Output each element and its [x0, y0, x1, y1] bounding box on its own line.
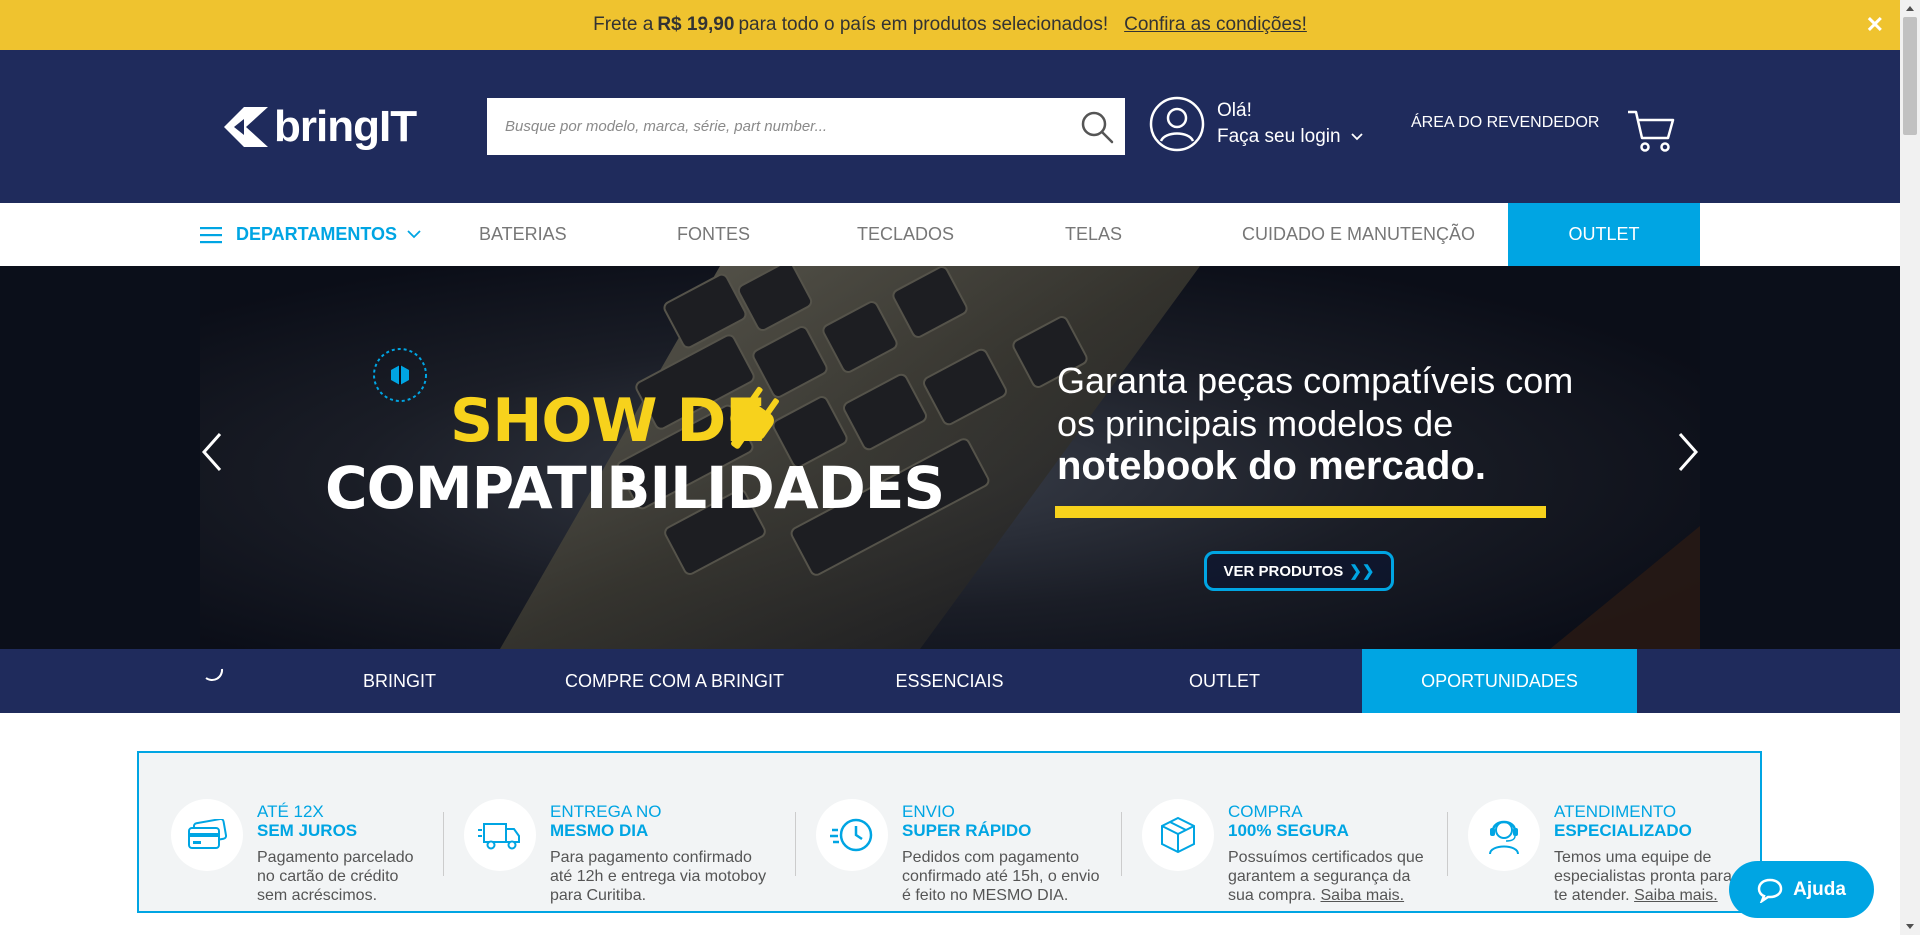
carousel-next-arrow-icon[interactable]	[1676, 431, 1700, 478]
plug-icon	[713, 386, 795, 463]
scrollbar-thumb[interactable]	[1903, 17, 1917, 135]
subnav-item-outlet[interactable]: OUTLET	[1087, 649, 1362, 713]
user-icon	[1149, 96, 1205, 152]
credit-card-icon	[171, 799, 243, 871]
feature-title-5: ATENDIMENTO	[1554, 802, 1677, 821]
learn-more-link-support[interactable]: Saiba mais.	[1634, 887, 1718, 904]
banner-title-line2: COMPATIBILIDADES	[325, 454, 945, 522]
promo-bar: Frete a R$ 19,90 para todo o país em pro…	[0, 0, 1900, 50]
logo[interactable]: bringIT	[222, 102, 417, 152]
feature-fast-shipping: ENVIO SUPER RÁPIDO Pedidos com pagamento…	[796, 772, 1122, 904]
page-scrollbar[interactable]	[1900, 0, 1920, 935]
nav-item-teclados[interactable]: TECLADOS	[857, 203, 954, 266]
feature-subtitle-4: 100% SEGURA	[1228, 821, 1349, 840]
headline-underline	[1055, 506, 1546, 518]
headline-line3: notebook do mercado.	[1057, 444, 1486, 488]
feature-same-day: ENTREGA NO MESMO DIA Para pagamento conf…	[444, 772, 796, 904]
truck-icon	[464, 799, 536, 871]
search-icon[interactable]	[1069, 98, 1125, 155]
headset-icon	[1468, 799, 1540, 871]
logo-arrow-icon	[224, 107, 268, 147]
clock-icon	[816, 799, 888, 871]
feature-secure-purchase: COMPRA 100% SEGURA Possuímos certificado…	[1122, 772, 1448, 904]
feature-title-3: ENVIO	[902, 802, 955, 821]
feature-title-1: ATÉ 12X	[257, 802, 324, 821]
feature-installments: ATÉ 12X SEM JUROS Pagamento parcelado no…	[139, 772, 444, 904]
subnav-item-compre-com-a-bringit[interactable]: COMPRE COM A BRINGIT	[537, 649, 812, 713]
feature-subtitle-2: MESMO DIA	[550, 821, 649, 840]
search-bar	[487, 98, 1125, 155]
loading-spinner-icon	[200, 657, 226, 688]
headline-line1: Garanta peças compatíveis com	[1057, 360, 1574, 401]
page: Frete a R$ 19,90 para todo o país em pro…	[0, 0, 1900, 935]
subnav-item-oportunidades[interactable]: OPORTUNIDADES	[1362, 649, 1637, 713]
view-products-label: VER PRODUTOS	[1223, 562, 1344, 580]
account-menu[interactable]: Olá! Faça seu login	[1149, 96, 1363, 152]
headline-line2: os principais modelos de	[1057, 403, 1454, 444]
chevron-down-icon	[407, 230, 421, 239]
cart-icon[interactable]	[1626, 108, 1676, 159]
feature-specialized-support: ATENDIMENTO ESPECIALIZADO Temos uma equi…	[1448, 772, 1748, 904]
promo-prefix: Frete a	[593, 14, 654, 35]
features-strip: ATÉ 12X SEM JUROS Pagamento parcelado no…	[137, 751, 1762, 913]
scroll-down-arrow-icon[interactable]	[1900, 918, 1920, 935]
login-label: Faça seu login	[1217, 126, 1341, 147]
chat-bubble-icon	[1757, 878, 1783, 903]
view-products-button[interactable]: VER PRODUTOS ❯❯	[1204, 551, 1394, 591]
departments-menu[interactable]: DEPARTAMENTOS	[200, 203, 421, 266]
search-input[interactable]	[487, 98, 1069, 155]
promo-price: R$ 19,90	[657, 14, 735, 35]
nav-item-telas[interactable]: TELAS	[1065, 203, 1122, 266]
help-label: Ajuda	[1793, 878, 1846, 900]
learn-more-link-security[interactable]: Saiba mais.	[1321, 887, 1405, 904]
feature-desc-1: Pagamento parcelado no cartão de crédito…	[257, 849, 414, 904]
reseller-area-link[interactable]: ÁREA DO REVENDEDOR	[1411, 114, 1599, 132]
promo-suffix: para todo o país em produtos selecionado…	[738, 14, 1109, 35]
feature-desc-5: Temos uma equipe de especialistas pronta…	[1554, 848, 1744, 905]
subnav-item-bringit[interactable]: BRINGIT	[262, 649, 537, 713]
feature-desc-2: Para pagamento confirmado até 12h e entr…	[550, 849, 767, 904]
banner-headline: Garanta peças compatíveis com os princip…	[1057, 359, 1573, 488]
header: bringIT Olá! Faça seu login	[0, 50, 1900, 203]
nav-item-cuidado-manutencao[interactable]: CUIDADO E MANUTENÇÃO	[1242, 203, 1475, 266]
carousel-prev-arrow-icon[interactable]	[200, 431, 224, 478]
feature-title-4: COMPRA	[1228, 802, 1303, 821]
feature-subtitle-3: SUPER RÁPIDO	[902, 821, 1032, 840]
quality-seal-icon	[371, 346, 429, 409]
double-chevron-right-icon: ❯❯	[1349, 563, 1375, 580]
feature-subtitle-1: SEM JUROS	[257, 821, 358, 840]
greeting: Olá!	[1217, 100, 1252, 121]
nav-item-baterias[interactable]: BATERIAS	[479, 203, 567, 266]
departments-label: DEPARTAMENTOS	[236, 224, 398, 244]
feature-subtitle-5: ESPECIALIZADO	[1554, 821, 1692, 840]
nav-item-outlet[interactable]: OUTLET	[1508, 203, 1700, 266]
subnav-item-essenciais[interactable]: ESSENCIAIS	[812, 649, 1087, 713]
login-link[interactable]: Faça seu login	[1217, 124, 1363, 150]
hamburger-icon	[200, 226, 222, 243]
chevron-down-icon	[1350, 133, 1363, 141]
feature-desc-4: Possuímos certificados que garantem a se…	[1228, 848, 1438, 905]
logo-text: bringIT	[274, 102, 417, 151]
box-icon	[1142, 799, 1214, 871]
help-chat-button[interactable]: Ajuda	[1729, 861, 1874, 918]
secondary-nav: BRINGIT COMPRE COM A BRINGIT ESSENCIAIS …	[0, 649, 1900, 713]
promo-conditions-link[interactable]: Confira as condições!	[1124, 14, 1307, 36]
hero-banner[interactable]: SHOW DE COMPATIBILIDADES Garanta peças c…	[0, 266, 1900, 649]
nav-item-fontes[interactable]: FONTES	[677, 203, 750, 266]
feature-desc-3: Pedidos com pagamento confirmado até 15h…	[902, 849, 1100, 904]
scroll-up-arrow-icon[interactable]	[1900, 0, 1920, 17]
feature-title-2: ENTREGA NO	[550, 802, 662, 821]
close-icon[interactable]: ✕	[1866, 12, 1884, 38]
main-nav: DEPARTAMENTOS BATERIAS FONTES TECLADOS T…	[0, 203, 1900, 266]
